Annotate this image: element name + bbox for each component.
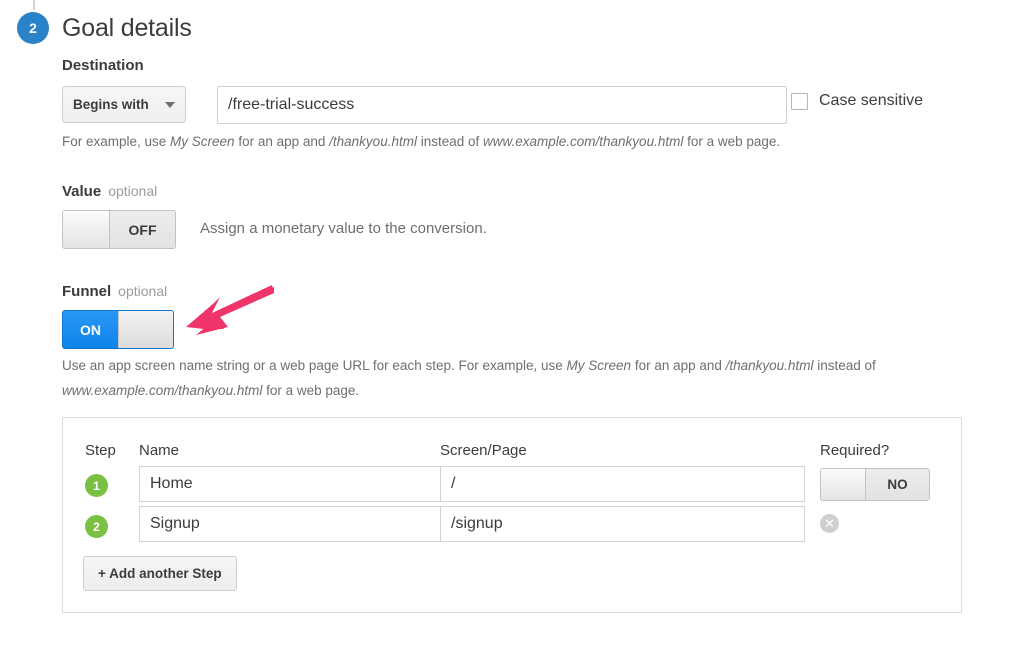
step-screen-page-input-1[interactable]: / [440, 466, 805, 502]
funnel-toggle[interactable]: ON [62, 310, 174, 349]
funnel-hint-part-1: Use an app screen name string or a web p… [62, 358, 567, 373]
hint-em-2: /thankyou.html [329, 134, 417, 149]
hint-em-1: My Screen [170, 134, 235, 149]
value-section-label: Value optional [62, 183, 157, 200]
step-name-value-2: Signup [150, 515, 200, 533]
step-screen-page-input-2[interactable]: /signup [440, 506, 805, 542]
hint-part-4: for a web page. [683, 134, 780, 149]
funnel-hint-em-3: www.example.com/thankyou.html [62, 383, 262, 398]
funnel-toggle-knob[interactable] [118, 311, 173, 348]
funnel-label-text: Funnel [62, 283, 111, 300]
destination-hint-text: For example, use My Screen for an app an… [62, 129, 962, 154]
destination-input[interactable]: /free-trial-success [217, 86, 787, 124]
destination-section-label: Destination [62, 57, 144, 74]
column-header-screen-page: Screen/Page [440, 442, 527, 459]
required-toggle-knob-1[interactable] [821, 469, 866, 500]
step-circle-2: 2 [85, 515, 108, 538]
value-label-text: Value [62, 183, 101, 200]
page-title: Goal details [62, 14, 192, 43]
funnel-toggle-state: ON [63, 311, 118, 348]
step-circle-1: 1 [85, 474, 108, 497]
required-toggle-state-1: NO [866, 469, 929, 500]
step-name-input-1[interactable]: Home [139, 466, 445, 502]
funnel-hint-text: Use an app screen name string or a web p… [62, 353, 942, 403]
chevron-down-icon [165, 102, 175, 108]
value-toggle-knob[interactable] [63, 211, 110, 248]
funnel-optional-tag: optional [118, 283, 167, 299]
funnel-hint-part-2: for an app and [631, 358, 726, 373]
destination-input-value: /free-trial-success [228, 96, 354, 114]
funnel-hint-part-4: for a web page. [262, 383, 359, 398]
hint-part-1: For example, use [62, 134, 170, 149]
add-another-step-button[interactable]: + Add another Step [83, 556, 237, 591]
required-toggle-1[interactable]: NO [820, 468, 930, 501]
hint-part-3: instead of [417, 134, 483, 149]
value-toggle[interactable]: OFF [62, 210, 176, 249]
case-sensitive-row[interactable]: Case sensitive [791, 92, 923, 110]
step-name-value-1: Home [150, 475, 193, 493]
case-sensitive-label: Case sensitive [819, 92, 923, 110]
hint-em-3: www.example.com/thankyou.html [483, 134, 683, 149]
step-screen-page-value-2: /signup [451, 515, 503, 533]
value-helper-text: Assign a monetary value to the conversio… [200, 220, 487, 237]
step-connector-line [33, 0, 35, 10]
value-toggle-state: OFF [110, 211, 175, 248]
funnel-hint-em-2: /thankyou.html [726, 358, 814, 373]
step-screen-page-value-1: / [451, 475, 455, 493]
column-header-name: Name [139, 442, 179, 459]
step-number-badge: 2 [17, 12, 49, 44]
funnel-steps-panel: Step Name Screen/Page Required? 1 Home /… [62, 417, 962, 613]
match-type-value: Begins with [73, 97, 149, 112]
funnel-hint-part-3: instead of [813, 358, 875, 373]
remove-step-icon-2[interactable]: ✕ [820, 514, 839, 533]
column-header-step: Step [85, 442, 116, 459]
funnel-hint-em-1: My Screen [567, 358, 632, 373]
funnel-section-label: Funnel optional [62, 283, 167, 300]
annotation-arrow-icon [176, 283, 276, 341]
column-header-required: Required? [820, 442, 889, 459]
step-name-input-2[interactable]: Signup [139, 506, 445, 542]
value-optional-tag: optional [108, 183, 157, 199]
hint-part-2: for an app and [235, 134, 330, 149]
case-sensitive-checkbox[interactable] [791, 93, 808, 110]
match-type-dropdown[interactable]: Begins with [62, 86, 186, 123]
